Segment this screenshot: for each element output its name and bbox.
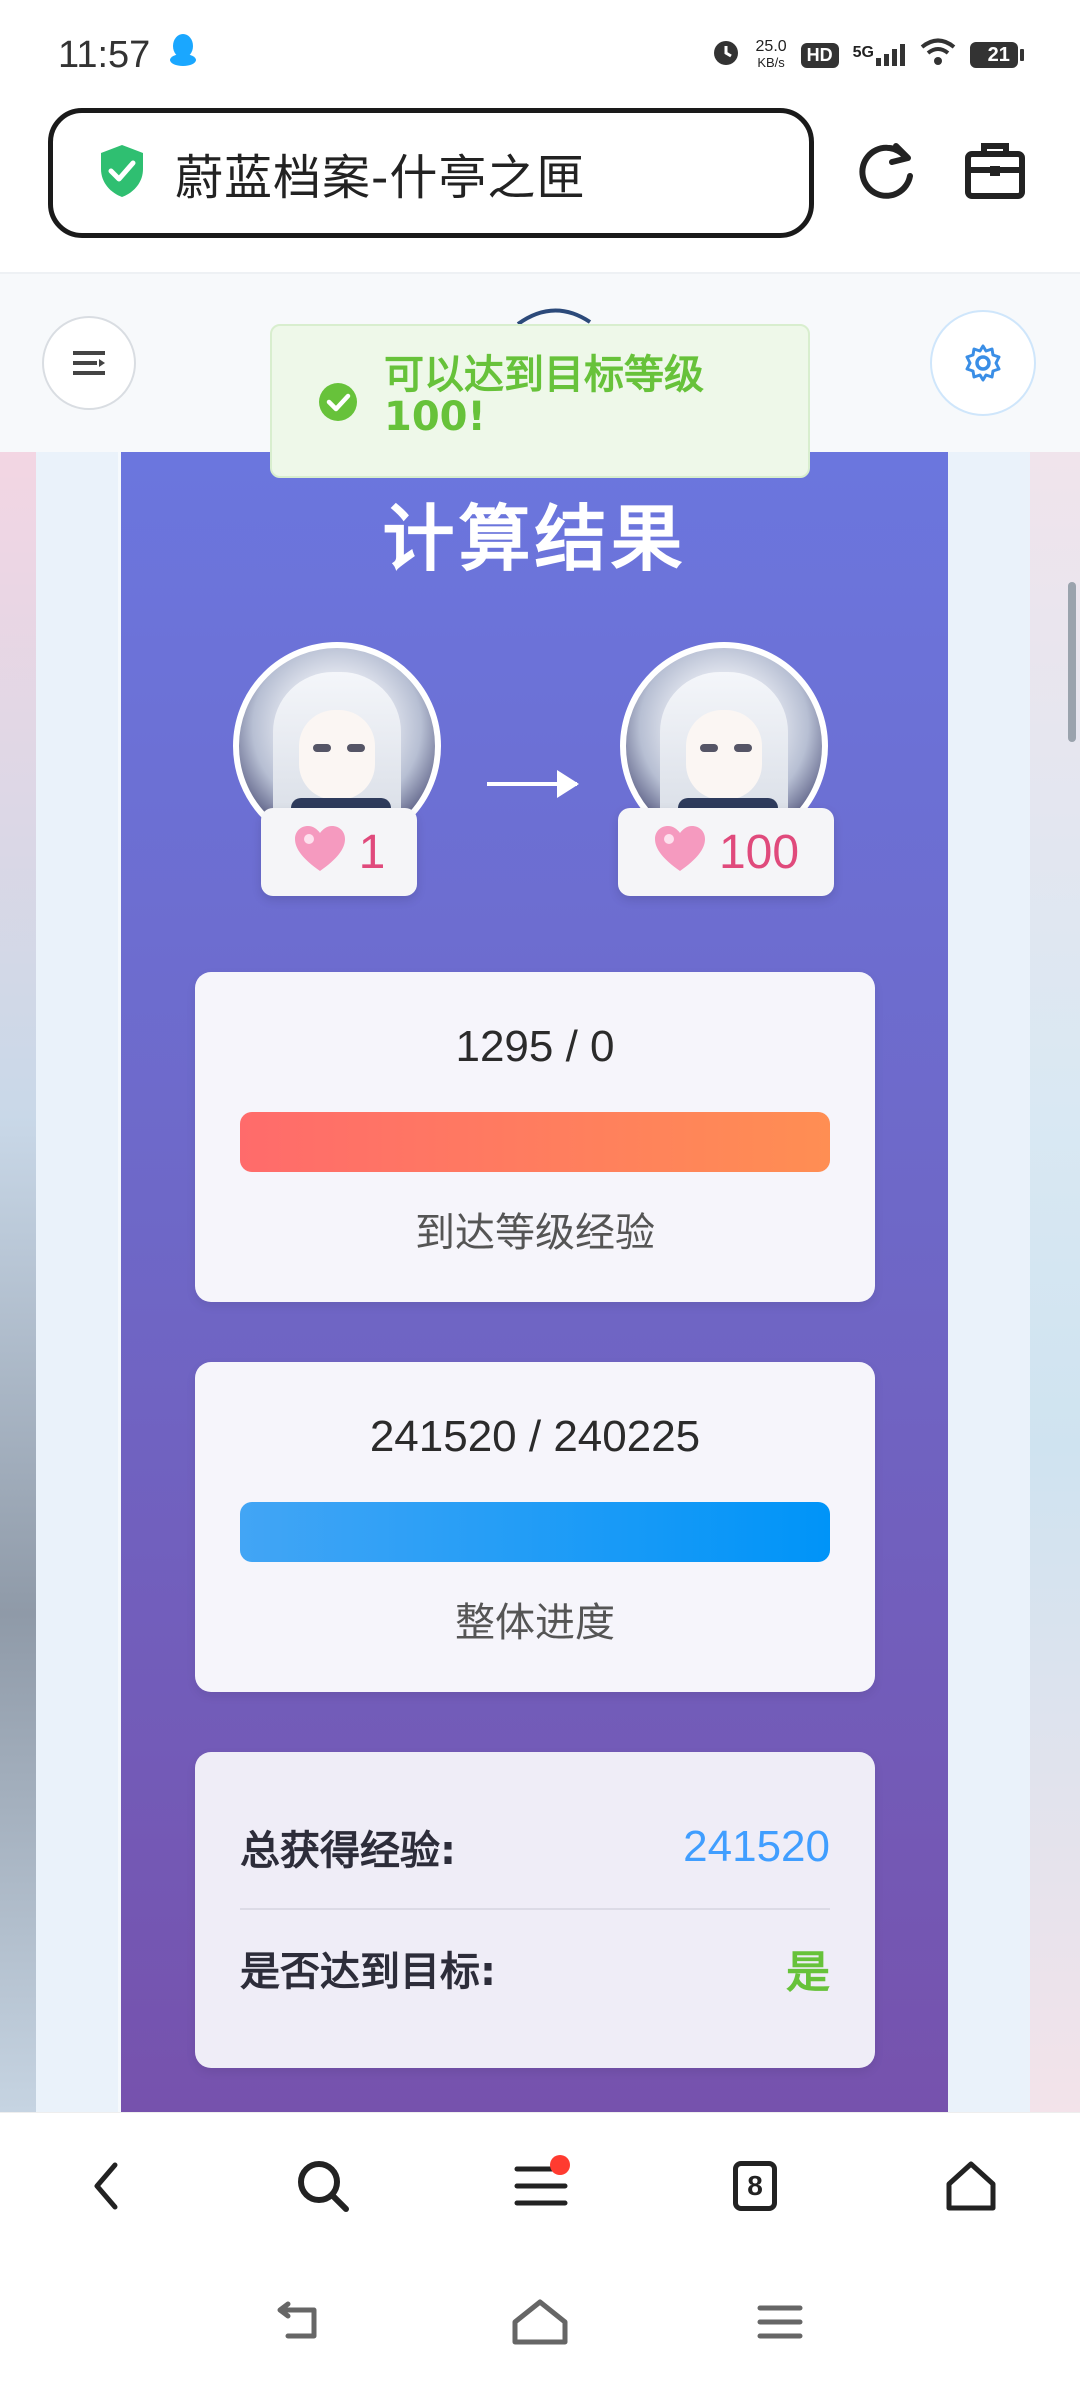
level-exp-value: 1295 / 0	[455, 1022, 615, 1071]
battery-level: 21	[987, 43, 1010, 66]
heart-icon	[293, 825, 347, 879]
reached-target-value: 是	[786, 1948, 830, 1997]
current-level-badge: 1	[261, 808, 417, 896]
current-level-value: 1	[358, 825, 386, 879]
network-speed-value: 25.0	[755, 38, 787, 55]
level-exp-label: 到达等级经验	[415, 1210, 655, 1256]
overall-progress-bar	[240, 1502, 830, 1562]
gear-icon	[965, 344, 1001, 382]
result-title: 计算结果	[382, 497, 687, 581]
stats-divider	[240, 1908, 830, 1910]
wifi-icon	[920, 38, 956, 72]
stats-card: 总获得经验: 241520 是否达到目标: 是	[195, 1752, 875, 2068]
success-toast: 可以达到目标等级100!	[270, 324, 810, 478]
chevron-left-icon	[94, 2162, 118, 2210]
reached-target-row: 是否达到目标: 是	[240, 1936, 830, 2000]
return-icon	[277, 2301, 317, 2339]
refresh-icon	[859, 143, 913, 199]
reached-target-label: 是否达到目标:	[240, 1949, 496, 1995]
overall-progress-value: 241520 / 240225	[369, 1412, 701, 1461]
tabs-button[interactable]: 8	[718, 2149, 792, 2223]
hd-badge: HD	[800, 42, 839, 68]
check-circle-icon	[318, 382, 358, 426]
home-button[interactable]	[934, 2149, 1008, 2223]
toolbox-button[interactable]	[960, 136, 1030, 206]
search-icon	[298, 2161, 349, 2212]
home-icon	[946, 2161, 996, 2211]
menu-icon	[73, 351, 105, 375]
status-bar-left: 11:57	[58, 32, 198, 78]
browser-menu-button[interactable]	[504, 2149, 578, 2223]
toolbox-icon	[965, 143, 1025, 199]
signal-icon: 5G	[853, 44, 906, 66]
battery-icon: 21	[970, 42, 1024, 68]
refresh-button[interactable]	[852, 136, 922, 206]
heart-icon	[653, 825, 707, 879]
back-button[interactable]	[70, 2149, 144, 2223]
menu-button[interactable]	[42, 316, 136, 410]
system-nav-bar	[0, 2262, 1080, 2388]
level-exp-card: 1295 / 0 到达等级经验	[195, 972, 875, 1302]
browser-bottom-nav: 8	[0, 2112, 1080, 2263]
settings-button[interactable]	[930, 310, 1036, 416]
network-speed-unit: KB/s	[757, 55, 785, 70]
level-exp-progress-bar	[240, 1112, 830, 1172]
notification-dot	[550, 2155, 570, 2175]
network-type-label: 5G	[852, 44, 874, 61]
system-recents-button[interactable]	[750, 2292, 810, 2352]
target-level-badge: 100	[618, 808, 834, 896]
address-bar[interactable]: 蔚蓝档案-什亭之匣	[48, 108, 814, 238]
recents-icon	[757, 2305, 803, 2339]
scrollbar[interactable]	[1068, 582, 1076, 742]
overall-progress-card: 241520 / 240225 整体进度	[195, 1362, 875, 1692]
qq-notification-icon	[168, 32, 198, 78]
status-bar-right: 25.0 KB/s HD 5G 21	[710, 36, 1024, 74]
tab-count: 8	[733, 2161, 777, 2211]
total-exp-row: 总获得经验: 241520	[240, 1818, 830, 1876]
background-art-left	[0, 452, 36, 2112]
url-text: 蔚蓝档案-什亭之匣	[175, 150, 586, 206]
secure-shield-icon	[97, 143, 147, 203]
system-back-button[interactable]	[270, 2292, 330, 2352]
alarm-icon	[710, 36, 742, 74]
status-bar: 11:57 25.0 KB/s HD 5G 21	[0, 0, 1080, 110]
total-exp-value: 241520	[683, 1822, 830, 1871]
search-button[interactable]	[286, 2149, 360, 2223]
clock: 11:57	[58, 33, 151, 76]
home-icon	[512, 2299, 568, 2345]
arrow-right-icon	[487, 770, 579, 798]
system-home-button[interactable]	[510, 2292, 570, 2352]
overall-progress-label: 整体进度	[455, 1600, 615, 1646]
total-exp-label: 总获得经验:	[240, 1828, 456, 1874]
result-panel: 计算结果 1 100 1295 / 0 到达等级经验 241520 / 2402…	[121, 452, 948, 2112]
toast-message: 可以达到目标等级100!	[384, 352, 704, 440]
target-level-value: 100	[718, 825, 800, 879]
network-speed: 25.0 KB/s	[756, 39, 787, 71]
